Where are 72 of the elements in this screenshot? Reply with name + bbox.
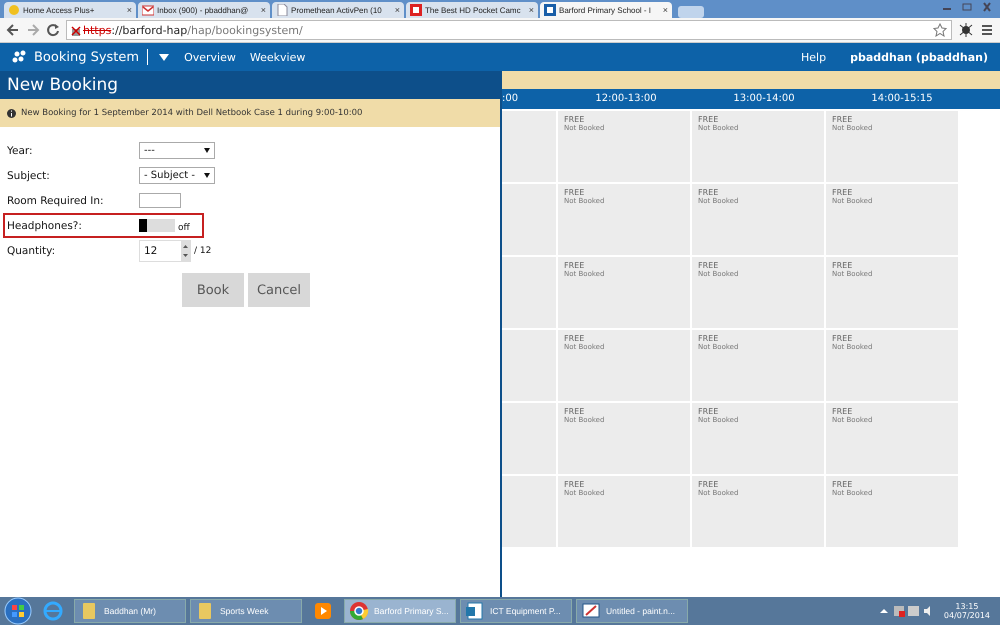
slot-cell[interactable]: [502, 111, 556, 182]
browser-tab[interactable]: The Best HD Pocket Camc ×: [406, 2, 538, 18]
nav-link[interactable]: Overview: [184, 50, 236, 64]
spinner-icon: [181, 240, 190, 260]
tab-close[interactable]: ×: [662, 5, 668, 15]
start-orb-icon[interactable]: [4, 597, 32, 625]
new-tab-button[interactable]: [678, 6, 704, 18]
taskbar-button[interactable]: Untitled - paint.n...: [576, 599, 688, 623]
browser-tab[interactable]: Home Access Plus+ ×: [4, 2, 136, 18]
dropdown[interactable]: - Subject -: [139, 167, 215, 184]
browser-icon: [43, 601, 63, 621]
taskbar-button[interactable]: ICT Equipment P...: [460, 599, 572, 623]
word-icon: [465, 601, 485, 621]
user-name[interactable]: pbaddhan (pbaddhan): [850, 50, 988, 64]
slot-cell[interactable]: [502, 184, 556, 255]
browser-tab[interactable]: Inbox (900) - pbaddhan@ ×: [138, 2, 270, 18]
field-label: Headphones?:: [7, 220, 83, 232]
slot-cell[interactable]: [502, 257, 556, 328]
restore-icon[interactable]: [960, 2, 974, 12]
tab-close[interactable]: ×: [394, 5, 400, 15]
slot-cell[interactable]: [502, 330, 556, 401]
quantity-field[interactable]: 12: [139, 240, 191, 262]
forward-icon[interactable]: [26, 23, 40, 37]
notice-text: New Booking for 1 September 2014 with Dell Netbook Case 1 during 9:00-10:00: [21, 108, 362, 118]
column-header: 14:00-15:15: [870, 92, 934, 106]
taskbar-button[interactable]: Sports Week: [190, 599, 302, 623]
help-link[interactable]: Help: [801, 50, 826, 64]
toggle-switch[interactable]: [139, 219, 175, 232]
site-icon: [544, 4, 556, 16]
star-icon[interactable]: [933, 23, 947, 37]
url-text: https://barford-hap/hap/bookingsystem/: [83, 24, 304, 36]
tab-close[interactable]: ×: [260, 5, 266, 15]
dropdown-arrow-icon: [204, 148, 210, 153]
form-button[interactable]: Book: [182, 273, 244, 307]
column-header: 12:00-13:00: [594, 92, 658, 106]
tab-close[interactable]: ×: [528, 5, 534, 15]
input-field[interactable]: [139, 193, 181, 208]
browser-tab[interactable]: Barford Primary School - I ×: [540, 2, 672, 18]
menu-icon[interactable]: [980, 23, 994, 37]
pc-logo-icon: [410, 4, 422, 16]
column-header: :00: [502, 92, 520, 106]
chrome-icon: [349, 601, 369, 621]
clock[interactable]: 13:15 04/07/2014: [938, 602, 996, 620]
dropdown[interactable]: ---: [139, 142, 215, 159]
column-header: 13:00-14:00: [732, 92, 796, 106]
field-label: Room Required In:: [7, 194, 105, 206]
browser-tab[interactable]: Promethean ActivPen (10 ×: [272, 2, 404, 18]
field-label: Quantity:: [7, 244, 56, 256]
insecure-lock-icon: [71, 24, 81, 36]
dropdown-arrow-icon: [204, 173, 210, 178]
document-icon: [276, 4, 288, 16]
toggle-state: off: [178, 223, 190, 233]
reload-icon[interactable]: [46, 23, 60, 37]
media-player-icon: [313, 601, 333, 621]
back-icon[interactable]: [6, 23, 20, 37]
mail-icon: [142, 4, 154, 16]
tab-close[interactable]: ×: [126, 5, 132, 15]
slot-cell[interactable]: [502, 476, 556, 547]
quantity-max: / 12: [194, 246, 212, 256]
info-icon: [7, 108, 16, 118]
panel-title: New Booking: [0, 71, 500, 99]
sun-icon: [8, 4, 20, 16]
slot-cell[interactable]: [502, 403, 556, 474]
form-button[interactable]: Cancel: [248, 273, 310, 307]
taskbar-button[interactable]: Baddhan (Mr): [74, 599, 186, 623]
field-label: Year:: [7, 144, 34, 156]
app-title[interactable]: Booking System: [34, 50, 140, 64]
nav-link[interactable]: Weekview: [250, 50, 306, 64]
caret-icon[interactable]: [158, 52, 170, 62]
people-icon: [12, 50, 28, 64]
field-label: Subject:: [7, 170, 51, 182]
address-bar[interactable]: https://barford-hap/hap/bookingsystem/: [66, 20, 952, 40]
